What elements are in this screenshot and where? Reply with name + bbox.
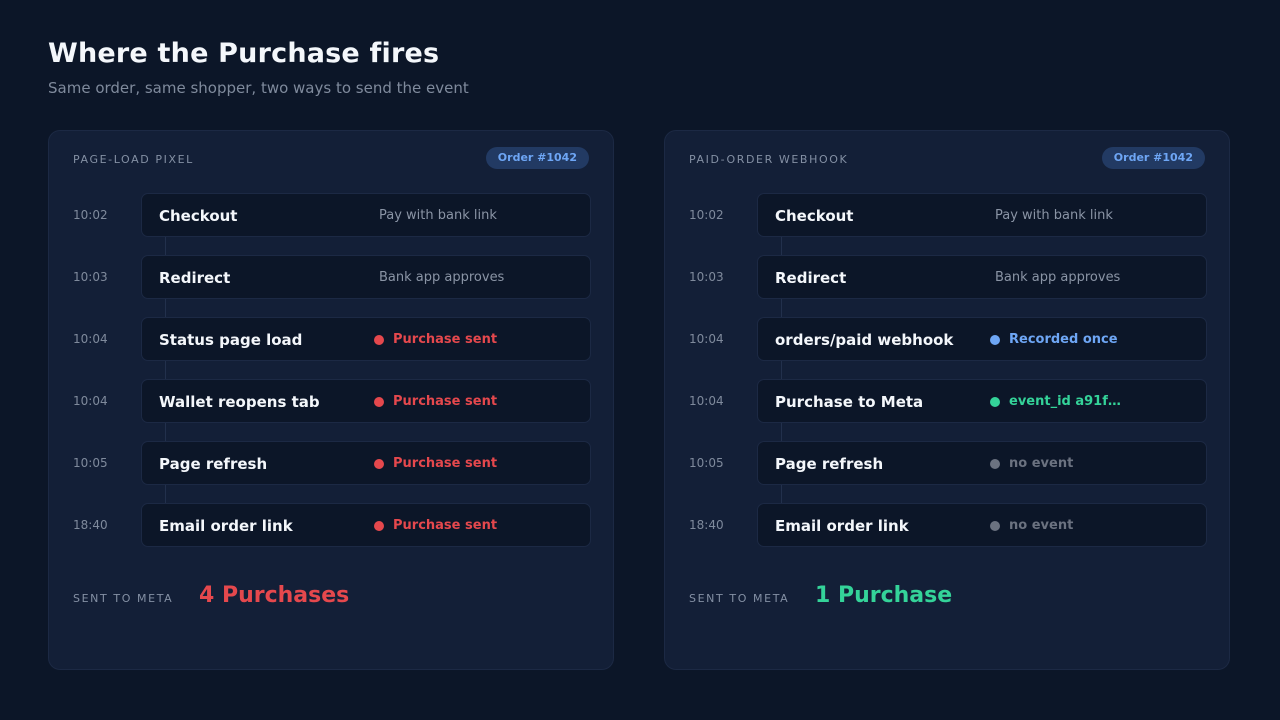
event-status: Purchase sent (393, 332, 498, 347)
event-card: Checkout Pay with bank link (141, 193, 591, 237)
status-dot-icon (990, 521, 1000, 531)
event-status: Pay with bank link (379, 208, 497, 223)
event-time: 10:05 (689, 456, 724, 470)
event-time: 10:04 (73, 394, 108, 408)
timeline-row: 10:05 Page refresh Purchase sent (49, 441, 613, 487)
event-card: Status page load Purchase sent (141, 317, 591, 361)
timeline-row: 10:03 Redirect Bank app approves (665, 255, 1229, 301)
event-time: 10:02 (73, 208, 108, 222)
event-status: Bank app approves (995, 270, 1121, 285)
panel-page-load-pixel: PAGE-LOAD PIXEL Order #1042 10:02 Checkout P… (48, 130, 614, 670)
event-step: Page refresh (775, 455, 884, 473)
event-status: no event (1009, 456, 1074, 471)
event-status: Recorded once (1009, 332, 1118, 347)
timeline-row: 10:04 Status page load Purchase sent (49, 317, 613, 363)
event-time: 10:02 (689, 208, 724, 222)
event-time: 10:05 (73, 456, 108, 470)
event-card: Purchase to Meta event_id a91f… (757, 379, 1207, 423)
event-card: Page refresh no event (757, 441, 1207, 485)
event-card: Checkout Pay with bank link (757, 193, 1207, 237)
event-status: event_id a91f… (1009, 394, 1121, 409)
event-time: 10:04 (689, 394, 724, 408)
status-dot-icon (374, 397, 384, 407)
event-time: 10:03 (689, 270, 724, 284)
event-step: Page refresh (159, 455, 268, 473)
order-badge: Order #1042 (485, 147, 589, 169)
status-dot-icon (990, 459, 1000, 469)
event-card: Page refresh Purchase sent (141, 441, 591, 485)
event-step: Email order link (159, 517, 293, 535)
timeline-row: 10:04 Wallet reopens tab Purchase sent (49, 379, 613, 425)
sent-to-meta-label: SENT TO META (73, 592, 174, 605)
timeline-row: 10:04 orders/paid webhook Recorded once (665, 317, 1229, 363)
purchase-count: 1 Purchase (815, 583, 953, 608)
event-time: 18:40 (73, 518, 108, 532)
event-time: 10:04 (73, 332, 108, 346)
status-dot-icon (374, 459, 384, 469)
order-badge: Order #1042 (1101, 147, 1205, 169)
event-step: Email order link (775, 517, 909, 535)
status-dot-icon (374, 521, 384, 531)
status-dot-icon (990, 335, 1000, 345)
event-step: Checkout (775, 207, 854, 225)
event-step: Purchase to Meta (775, 393, 924, 411)
event-time: 18:40 (689, 518, 724, 532)
timeline-row: 10:02 Checkout Pay with bank link (49, 193, 613, 239)
panel-label: PAID-ORDER WEBHOOK (689, 153, 849, 166)
event-step: Wallet reopens tab (159, 393, 320, 411)
event-step: orders/paid webhook (775, 331, 954, 349)
panel-paid-order-webhook: PAID-ORDER WEBHOOK Order #1042 10:02 Checko… (664, 130, 1230, 670)
event-card: Email order link no event (757, 503, 1207, 547)
event-status: Purchase sent (393, 518, 498, 533)
event-card: Wallet reopens tab Purchase sent (141, 379, 591, 423)
timeline-row: 10:02 Checkout Pay with bank link (665, 193, 1229, 239)
event-time: 10:03 (73, 270, 108, 284)
timeline-row: 10:05 Page refresh no event (665, 441, 1229, 487)
purchase-count: 4 Purchases (199, 583, 350, 608)
event-step: Redirect (159, 269, 231, 287)
event-status: Bank app approves (379, 270, 505, 285)
event-status: Pay with bank link (995, 208, 1113, 223)
status-dot-icon (374, 335, 384, 345)
event-step: Status page load (159, 331, 303, 349)
page-title: Where the Purchase fires (48, 38, 440, 69)
timeline-row: 10:04 Purchase to Meta event_id a91f… (665, 379, 1229, 425)
event-card: orders/paid webhook Recorded once (757, 317, 1207, 361)
event-status: Purchase sent (393, 394, 498, 409)
timeline-row: 18:40 Email order link Purchase sent (49, 503, 613, 549)
status-dot-icon (990, 397, 1000, 407)
event-status: no event (1009, 518, 1074, 533)
event-card: Redirect Bank app approves (141, 255, 591, 299)
panel-label: PAGE-LOAD PIXEL (73, 153, 194, 166)
event-card: Email order link Purchase sent (141, 503, 591, 547)
event-step: Checkout (159, 207, 238, 225)
event-status: Purchase sent (393, 456, 498, 471)
timeline-row: 18:40 Email order link no event (665, 503, 1229, 549)
timeline-row: 10:03 Redirect Bank app approves (49, 255, 613, 301)
event-step: Redirect (775, 269, 847, 287)
page-subtitle: Same order, same shopper, two ways to se… (48, 79, 469, 97)
event-time: 10:04 (689, 332, 724, 346)
sent-to-meta-label: SENT TO META (689, 592, 790, 605)
event-card: Redirect Bank app approves (757, 255, 1207, 299)
